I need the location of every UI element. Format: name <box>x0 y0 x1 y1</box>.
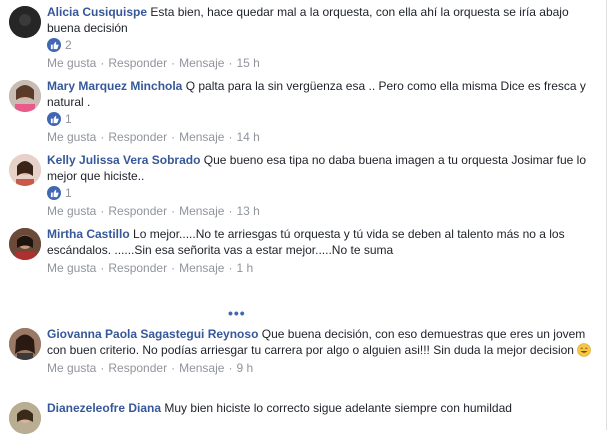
like-button[interactable]: Me gusta <box>47 56 96 70</box>
avatar[interactable] <box>9 402 41 434</box>
reaction-summary[interactable]: 1 <box>47 111 592 127</box>
like-button[interactable]: Me gusta <box>47 261 96 275</box>
avatar[interactable] <box>9 154 41 186</box>
reply-button[interactable]: Responder <box>108 130 167 144</box>
timestamp[interactable]: 13 h <box>236 204 259 218</box>
reaction-summary[interactable]: 1 <box>47 185 592 201</box>
message-button[interactable]: Mensaje <box>179 204 224 218</box>
like-button[interactable]: Me gusta <box>47 130 96 144</box>
like-count: 1 <box>65 186 72 200</box>
thumbs-up-icon <box>47 38 61 52</box>
comment-author[interactable]: Alicia Cusiquispe <box>47 5 147 19</box>
message-button[interactable]: Mensaje <box>179 56 224 70</box>
timestamp[interactable]: 15 h <box>236 56 259 70</box>
like-button[interactable]: Me gusta <box>47 361 96 375</box>
like-count: 1 <box>65 112 72 126</box>
comment-author[interactable]: Kelly Julissa Vera Sobrado <box>47 153 200 167</box>
reply-button[interactable]: Responder <box>108 56 167 70</box>
reply-button[interactable]: Responder <box>108 261 167 275</box>
like-button[interactable]: Me gusta <box>47 204 96 218</box>
avatar[interactable] <box>9 6 41 38</box>
smiling-face-emoji-icon <box>577 343 592 357</box>
comment-text: Muy bien hiciste lo correcto sigue adela… <box>164 401 512 415</box>
comment-author[interactable]: Dianezeleofre Diana <box>47 401 161 415</box>
avatar[interactable] <box>9 80 41 112</box>
reply-button[interactable]: Responder <box>108 204 167 218</box>
avatar[interactable] <box>9 328 41 360</box>
thumbs-up-icon <box>47 112 61 126</box>
timestamp[interactable]: 1 h <box>236 261 253 275</box>
avatar[interactable] <box>9 228 41 260</box>
timestamp[interactable]: 14 h <box>236 130 259 144</box>
comment-author[interactable]: Mary Marquez Minchola <box>47 79 182 93</box>
comment-author[interactable]: Giovanna Paola Sagastegui Reynoso <box>47 327 258 341</box>
message-button[interactable]: Mensaje <box>179 261 224 275</box>
timestamp[interactable]: 9 h <box>236 361 253 375</box>
comment-author[interactable]: Mirtha Castillo <box>47 227 130 241</box>
more-comments-button[interactable]: ••• <box>228 305 246 321</box>
reaction-summary[interactable]: 2 <box>47 37 592 53</box>
like-count: 2 <box>65 38 72 52</box>
message-button[interactable]: Mensaje <box>179 361 224 375</box>
thumbs-up-icon <box>47 186 61 200</box>
message-button[interactable]: Mensaje <box>179 130 224 144</box>
reply-button[interactable]: Responder <box>108 361 167 375</box>
